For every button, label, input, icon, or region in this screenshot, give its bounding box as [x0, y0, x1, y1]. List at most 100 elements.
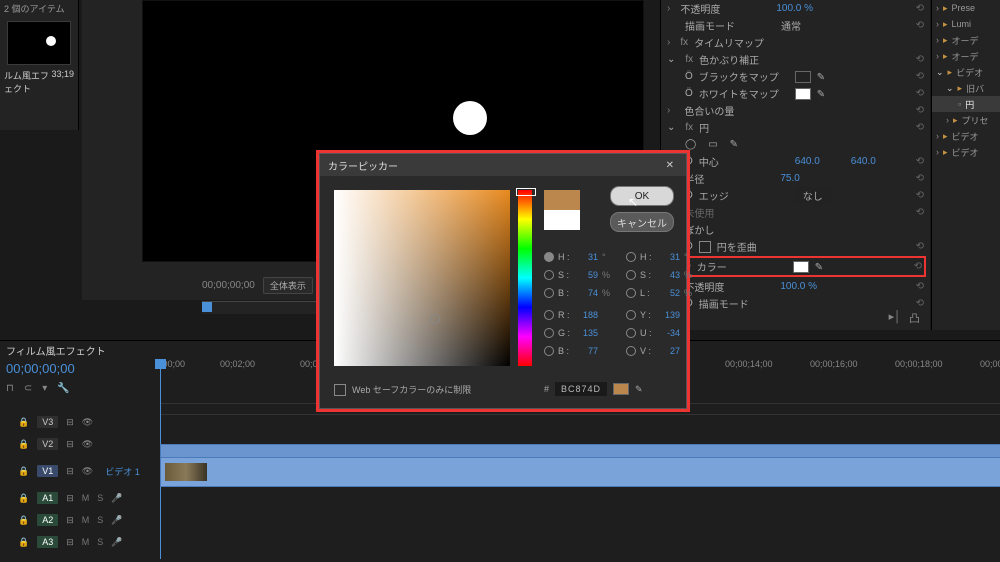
hsl-l-value[interactable]: 52 [658, 288, 680, 298]
hsl-l-radio[interactable] [626, 288, 636, 298]
reset-icon[interactable]: ⟲ [916, 71, 924, 82]
reset-icon[interactable]: ⟲ [916, 156, 924, 167]
fx-timeremap-label[interactable]: タイムリマップ [694, 35, 784, 50]
timeline-timecode[interactable]: 00;00;00;00 [6, 361, 75, 376]
mask-rect-icon[interactable]: ▭ [708, 139, 717, 150]
reset-icon[interactable]: ⟲ [916, 54, 924, 65]
wrench-icon[interactable]: 🔧 [57, 383, 69, 394]
fx-opacity2-value[interactable]: 100.0 % [780, 281, 830, 292]
track-a1[interactable]: A1 [37, 492, 58, 504]
cancel-button[interactable]: キャンセル [610, 212, 674, 232]
yuv-v-value[interactable]: 27 [658, 346, 680, 356]
track-a3[interactable]: A3 [37, 536, 58, 548]
mic-icon[interactable]: 🎤 [111, 515, 122, 526]
track-lock-icon[interactable]: 🔒 [18, 537, 29, 548]
yuv-y-value[interactable]: 139 [658, 310, 680, 320]
color-field-marker[interactable] [430, 314, 440, 324]
browser-item[interactable]: ビデオ [952, 130, 979, 143]
yuv-u-radio[interactable] [626, 328, 636, 338]
color-swatch[interactable] [793, 261, 809, 273]
mask-ellipse-icon[interactable]: ◯ [685, 139, 696, 150]
mic-icon[interactable]: 🎤 [111, 493, 122, 504]
reset-icon[interactable]: ⟲ [916, 88, 924, 99]
reset-icon[interactable]: ⟲ [916, 281, 924, 292]
timeline-clip-v1[interactable]: fx 動画素材 mp4 [160, 457, 1000, 487]
track-toggle-icon[interactable]: ⊟ [66, 515, 74, 526]
browser-item[interactable]: 旧バ [966, 82, 984, 95]
track-toggle-icon[interactable]: ⊟ [66, 537, 74, 548]
yuv-y-radio[interactable] [626, 310, 636, 320]
eyedropper-icon[interactable]: ✎ [635, 384, 645, 394]
track-toggle-icon[interactable]: ⊟ [66, 466, 74, 477]
rgb-b-value[interactable]: 77 [576, 346, 598, 356]
eyedropper-icon[interactable]: ✎ [815, 262, 825, 272]
hsl-s-radio[interactable] [626, 270, 636, 280]
hue-slider[interactable] [518, 190, 532, 366]
fx-circle-label[interactable]: 円 [699, 120, 789, 135]
timeline-tab[interactable]: フィルム風エフェクト [6, 343, 106, 358]
new-color-swatch[interactable] [544, 190, 580, 210]
monitor-timecode[interactable]: 00;00;00;00 [202, 280, 255, 291]
hex-input[interactable]: BC874D [555, 382, 607, 396]
mask-pen-icon[interactable]: ✎ [730, 139, 738, 150]
track-toggle-icon[interactable]: ⊟ [66, 493, 74, 504]
project-thumbnail[interactable] [7, 21, 71, 65]
hsl-h-value[interactable]: 31 [658, 252, 680, 262]
black-swatch[interactable] [795, 71, 811, 83]
fx-nav-prev-icon[interactable]: ▸│ [889, 310, 901, 326]
reset-icon[interactable]: ⟲ [916, 173, 924, 184]
fx-edge-value[interactable]: なし [795, 187, 831, 204]
reset-icon[interactable]: ⟲ [916, 20, 924, 31]
browser-item[interactable]: ビデオ [952, 146, 979, 159]
rgb-b-radio[interactable] [544, 346, 554, 356]
snap-icon[interactable]: ⊓ [6, 383, 14, 394]
browser-item[interactable]: オーデ [952, 50, 979, 63]
rgb-g-value[interactable]: 135 [576, 328, 598, 338]
browser-item[interactable]: 円 [965, 98, 974, 111]
monitor-playhead[interactable] [202, 302, 212, 312]
web-safe-checkbox[interactable] [334, 384, 346, 396]
fx-opacity-value[interactable]: 100.0 % [776, 3, 826, 14]
browser-item[interactable]: ビデオ [956, 66, 983, 79]
track-toggle-icon[interactable]: ⊟ [66, 417, 74, 428]
reset-icon[interactable]: ⟲ [916, 122, 924, 133]
yuv-u-value[interactable]: -34 [658, 328, 680, 338]
track-lock-icon[interactable]: 🔒 [18, 439, 29, 450]
track-lock-icon[interactable]: 🔒 [18, 493, 29, 504]
eye-icon[interactable]: 👁 [82, 417, 93, 428]
track-toggle-icon[interactable]: ⊟ [66, 439, 74, 450]
hue-slider-marker[interactable] [516, 188, 536, 196]
hsl-s-value[interactable]: 43 [658, 270, 680, 280]
browser-item[interactable]: Prese [952, 3, 976, 13]
close-icon[interactable]: ✕ [662, 160, 678, 171]
track-lock-icon[interactable]: 🔒 [18, 417, 29, 428]
eyedropper-icon[interactable]: ✎ [817, 89, 827, 99]
hsl-h-radio[interactable] [626, 252, 636, 262]
monitor-fit-dropdown[interactable]: 全体表示 [263, 277, 313, 294]
fx-colorcorr-label[interactable]: 色かぶり補正 [699, 52, 789, 67]
browser-item[interactable]: Lumi [952, 19, 972, 29]
rgb-g-radio[interactable] [544, 328, 554, 338]
track-v1[interactable]: V1 [37, 465, 58, 477]
rgb-r-value[interactable]: 188 [576, 310, 598, 320]
track-v3[interactable]: V3 [37, 416, 58, 428]
reset-icon[interactable]: ⟲ [916, 105, 924, 116]
browser-item[interactable]: プリセ [962, 114, 989, 127]
eye-icon[interactable]: 👁 [82, 466, 93, 477]
track-lock-icon[interactable]: 🔒 [18, 515, 29, 526]
track-v2[interactable]: V2 [37, 438, 58, 450]
ok-button[interactable]: OK [610, 186, 674, 206]
yuv-v-radio[interactable] [626, 346, 636, 356]
hsb-s-radio[interactable] [544, 270, 554, 280]
reset-icon[interactable]: ⟲ [916, 3, 924, 14]
eyedropper-icon[interactable]: ✎ [817, 72, 827, 82]
marker-icon[interactable]: ▾ [42, 383, 47, 394]
hsb-s-value[interactable]: 59 [576, 270, 598, 280]
fx-radius-value[interactable]: 75.0 [780, 173, 830, 184]
color-field[interactable] [334, 190, 510, 366]
hsb-h-value[interactable]: 31 [576, 252, 598, 262]
eye-icon[interactable]: 👁 [82, 439, 93, 450]
fx-nav-next-icon[interactable]: 凸 [909, 310, 920, 326]
mic-icon[interactable]: 🎤 [111, 537, 122, 548]
hsb-b-value[interactable]: 74 [576, 288, 598, 298]
